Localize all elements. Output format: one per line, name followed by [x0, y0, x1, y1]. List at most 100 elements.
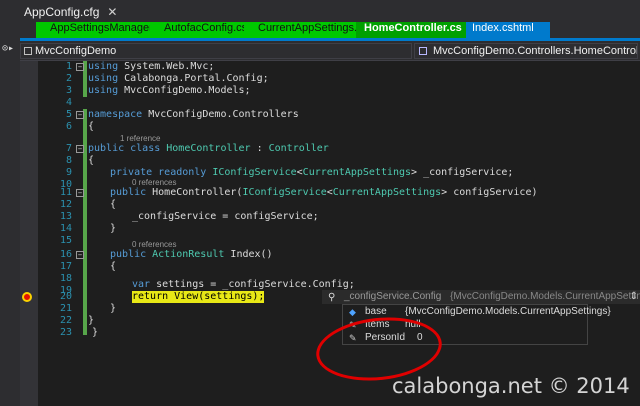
line-number: 9 [65, 167, 72, 178]
code-text: View(settings); [168, 291, 265, 302]
tab-currentappsettings[interactable]: CurrentAppSettings.cs [244, 22, 368, 38]
keyword: private readonly [110, 167, 207, 178]
code-line: 6{ [20, 121, 640, 133]
csharp-project-icon [24, 47, 32, 55]
line-number: 21 [59, 303, 72, 314]
member-value: {MvcConfigDemo.Models.CurrentAppSettings… [405, 306, 611, 317]
tab-appconfig-label: AppConfig.cfg [24, 5, 100, 19]
toolbox-arrow-icon[interactable]: ⊙▸ [2, 43, 14, 54]
code-text: { [88, 121, 95, 132]
type-name: Controller [268, 143, 329, 154]
line-number: 14 [59, 223, 72, 234]
code-line: 1− using System.Web.Mvc; [20, 61, 640, 73]
collapse-icon[interactable]: − [76, 145, 84, 153]
line-number: 4 [65, 97, 72, 108]
line-number: 7 [65, 143, 72, 154]
code-text: Index() [224, 249, 273, 260]
line-number: 13 [59, 211, 72, 222]
line-number: 3 [65, 85, 72, 96]
line-number: 15 [59, 235, 72, 246]
tab-label: CurrentAppSettings.cs [258, 22, 369, 34]
keyword: return [132, 291, 169, 302]
tab-appconfig[interactable]: AppConfig.cfg ✕ [18, 3, 123, 21]
type-name: HomeController [160, 143, 251, 154]
code-line: 15 [20, 235, 640, 247]
type-name: CurrentAppSettings [302, 167, 412, 178]
datatip-header[interactable]: ⚲ _configService.Config {MvcConfigDemo.M… [322, 290, 640, 304]
type-name: IConfigService [206, 167, 297, 178]
code-text: _configService = configService; [132, 211, 319, 222]
code-line: 11− public HomeController(IConfigService<… [20, 187, 640, 199]
line-number: 1 [65, 61, 72, 72]
keyword: namespace [88, 109, 143, 120]
code-text: HomeController( [146, 187, 243, 198]
code-line: 7− public class HomeController : Controll… [20, 143, 640, 155]
code-line: 12 { [20, 199, 640, 211]
project-dropdown[interactable]: MvcConfigDemo [20, 43, 412, 59]
pin-icon[interactable]: ⚲ [328, 291, 335, 304]
keyword: public [110, 187, 147, 198]
code-text: } [110, 223, 117, 234]
code-text: } [110, 303, 117, 314]
codelens-references[interactable]: 0 references [132, 178, 176, 187]
collapse-icon[interactable]: − [76, 189, 84, 197]
file-tabs: AppSettingsManager.cs AutofacConfig.cs C… [20, 22, 640, 38]
close-icon[interactable]: ✕ [107, 5, 117, 19]
debugger-datatip[interactable]: ⚲ _configService.Config {MvcConfigDemo.M… [322, 290, 640, 345]
line-number: 12 [59, 199, 72, 210]
line-number: 22 [59, 315, 72, 326]
line-number: 8 [65, 155, 72, 166]
code-line: 14} [20, 223, 640, 235]
tab-appsettingsmanager[interactable]: AppSettingsManager.cs [36, 22, 166, 38]
datatip-row-base[interactable]: ◆ base {MvcConfigDemo.Models.CurrentAppSet… [343, 305, 611, 318]
tab-autofacconfig[interactable]: AutofacConfig.cs [150, 22, 248, 38]
type-name: IConfigService [242, 187, 327, 198]
tab-label: AutofacConfig.cs [164, 22, 248, 34]
code-line: 8{ [20, 155, 640, 167]
keyword: using [88, 73, 119, 84]
code-text: } [88, 315, 95, 326]
code-text: Calabonga.Portal.Config; [118, 73, 269, 84]
line-number: 11 [59, 187, 72, 198]
expand-icon[interactable]: ⇕ [630, 290, 638, 304]
tab-label: AppSettingsManager.cs [50, 22, 167, 34]
code-text: { [88, 155, 95, 166]
tab-label: HomeController.cs [364, 22, 462, 34]
type-name: CurrentAppSettings [332, 187, 442, 198]
line-number: 23 [59, 327, 72, 338]
tab-label: Index.cshtml [472, 22, 534, 34]
class-icon [419, 47, 427, 55]
tab-index-cshtml[interactable]: Index.cshtml [466, 22, 550, 38]
datatip-expression: _configService.Config [344, 291, 442, 302]
code-line: 2 using Calabonga.Portal.Config; [20, 73, 640, 85]
code-text: : [250, 143, 269, 154]
line-number: 17 [59, 261, 72, 272]
collapse-icon[interactable]: − [76, 251, 84, 259]
collapse-icon[interactable]: − [76, 63, 84, 71]
line-number: 6 [65, 121, 72, 132]
code-line: 5− namespace MvcConfigDemo.Controllers [20, 109, 640, 121]
document-tabrow: AppConfig.cfg ✕ [0, 0, 640, 22]
navigation-bar: ⊙▸ MvcConfigDemo MvcConfigDemo.Controlle… [2, 41, 640, 61]
code-text: System.Web.Mvc; [118, 61, 215, 72]
code-text: MvcConfigDemo.Controllers [142, 109, 299, 120]
keyword: public class [88, 143, 161, 154]
keyword: using [88, 61, 119, 72]
code-text: { [110, 199, 117, 210]
collapse-icon[interactable]: − [76, 111, 84, 119]
tab-homecontroller[interactable]: HomeController.cs✕ [356, 22, 475, 38]
keyword: public [110, 249, 147, 260]
project-label: MvcConfigDemo [35, 45, 117, 57]
codelens-references[interactable]: 1 reference [120, 134, 160, 143]
line-number: 16 [59, 249, 72, 260]
type-dropdown[interactable]: MvcConfigDemo.Controllers.HomeController [414, 43, 638, 59]
code-line: 13 _configService = configService; [20, 211, 640, 223]
code-text: { [110, 261, 117, 272]
member-name: base [365, 306, 387, 317]
code-text: > _configService; [411, 167, 514, 178]
line-number: 20 [59, 291, 72, 302]
watermark: calabonga.net © 2014 [392, 374, 630, 398]
codelens-references[interactable]: 0 references [132, 240, 176, 249]
current-statement: return View(settings); [132, 291, 265, 303]
code-line: 9 private readonly IConfigService<Current… [20, 167, 640, 179]
